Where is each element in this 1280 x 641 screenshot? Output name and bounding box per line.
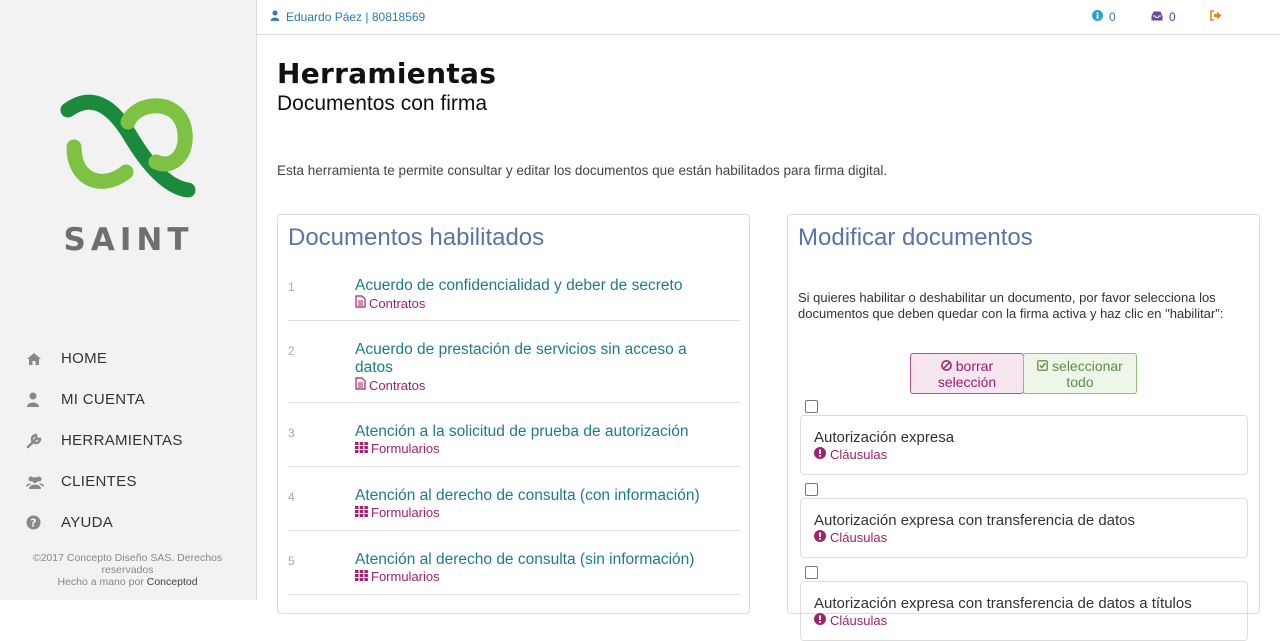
top-bar: Eduardo Páez | 80818569 0 0 xyxy=(257,0,1280,35)
credit-prefix: Hecho a mano por xyxy=(57,576,147,588)
document-title: Autorización expresa con transferencia d… xyxy=(814,512,1136,529)
category-link[interactable]: Contratos xyxy=(355,377,425,393)
ban-icon xyxy=(941,358,952,374)
info-icon xyxy=(1092,10,1103,24)
sidebar-nav: HOME MI CUENTA HERRAMIENTAS CLIENTES ? A… xyxy=(26,338,183,543)
category-label: Cláusulas xyxy=(830,530,888,545)
user-name: Eduardo Páez | 80818569 xyxy=(286,10,426,24)
sidebar-item-mi-cuenta[interactable]: MI CUENTA xyxy=(26,379,183,420)
exclamation-circle-icon xyxy=(814,447,826,462)
category-label: Formularios xyxy=(371,569,440,584)
document-link[interactable]: Atención al derecho de consulta (sin inf… xyxy=(355,551,725,569)
grid-icon xyxy=(355,569,368,584)
document-checkbox[interactable] xyxy=(805,566,818,579)
category-link[interactable]: Formularios xyxy=(355,505,440,520)
page-subtitle: Documentos con firma xyxy=(277,92,488,115)
list-item: 1 Acuerdo de confidencialidad y deber de… xyxy=(288,271,740,321)
user-icon xyxy=(270,10,280,24)
inbox-icon xyxy=(1151,10,1163,24)
selectable-document-card[interactable]: Autorización expresa Cláusulas xyxy=(800,415,1248,475)
document-title: Autorización expresa xyxy=(814,429,955,446)
users-icon xyxy=(26,475,61,489)
wrench-icon xyxy=(26,433,61,449)
category-label: Formularios xyxy=(371,505,440,520)
question-icon: ? xyxy=(26,515,61,530)
document-title: Autorización expresa con transferencia d… xyxy=(814,595,1192,612)
modify-documents-panel: Modificar documentos Si quieres habilita… xyxy=(787,214,1260,641)
item-number: 3 xyxy=(288,426,295,440)
user-icon xyxy=(26,392,61,407)
check-square-icon xyxy=(1037,358,1049,374)
select-all-button[interactable]: seleccionar todo xyxy=(1023,353,1137,394)
credit-line: Hecho a mano por Conceptod xyxy=(20,576,235,588)
document-link[interactable]: Acuerdo de confidencialidad y deber de s… xyxy=(355,277,725,295)
home-icon xyxy=(26,352,61,366)
enabled-documents-panel: Documentos habilitados 1 Acuerdo de conf… xyxy=(277,214,750,614)
page-intro: Esta herramienta te permite consultar y … xyxy=(277,163,888,178)
grid-icon xyxy=(355,505,368,520)
category-link[interactable]: Formularios xyxy=(355,441,440,456)
category-label: Formularios xyxy=(371,441,440,456)
sidebar-item-clientes[interactable]: CLIENTES xyxy=(26,461,183,502)
item-number: 5 xyxy=(288,554,295,568)
logo-mark-icon xyxy=(60,94,196,198)
copyright-text: ©2017 Concepto Diseño SAS. Derechos rese… xyxy=(32,552,223,576)
document-icon xyxy=(355,295,366,311)
list-item: 2 Acuerdo de prestación de servicios sin… xyxy=(288,321,740,403)
logo-text: SAINT xyxy=(63,222,194,258)
sidebar-item-label: CLIENTES xyxy=(61,473,137,490)
sidebar-item-label: HERRAMIENTAS xyxy=(61,432,183,449)
sidebar-item-home[interactable]: HOME xyxy=(26,338,183,379)
exclamation-circle-icon xyxy=(814,613,826,628)
select-all-label: seleccionar todo xyxy=(1052,358,1123,390)
inbox-count: 0 xyxy=(1169,10,1176,24)
document-link[interactable]: Acuerdo de prestación de servicios sin a… xyxy=(355,341,725,377)
instructions-text: Si quieres habilitar o deshabilitar un d… xyxy=(798,290,1224,321)
document-link[interactable]: Atención a la solicitud de prueba de aut… xyxy=(355,423,725,441)
selectable-document-card[interactable]: Autorización expresa con transferencia d… xyxy=(800,498,1248,558)
document-link[interactable]: Atención al derecho de consulta (con inf… xyxy=(355,487,725,505)
category-link[interactable]: Cláusulas xyxy=(814,613,887,628)
info-count: 0 xyxy=(1109,10,1116,24)
category-label: Cláusulas xyxy=(830,613,888,628)
sidebar-item-label: HOME xyxy=(61,350,108,367)
logout-button[interactable] xyxy=(1210,10,1222,24)
list-item: 3 Atención a la solicitud de prueba de a… xyxy=(288,403,740,467)
sidebar-item-label: AYUDA xyxy=(61,514,114,531)
sidebar-item-ayuda[interactable]: ? AYUDA xyxy=(26,502,183,543)
credit-brand-link[interactable]: Conceptod xyxy=(147,576,198,588)
sidebar-item-herramientas[interactable]: HERRAMIENTAS xyxy=(26,420,183,461)
category-label: Contratos xyxy=(369,295,426,311)
clear-selection-button[interactable]: borrar selección xyxy=(910,353,1024,394)
item-number: 4 xyxy=(288,490,295,504)
page-title: Herramientas xyxy=(277,57,497,90)
list-item: 4 Atención al derecho de consulta (con i… xyxy=(288,467,740,531)
user-menu[interactable]: Eduardo Páez | 80818569 xyxy=(270,10,425,24)
panel-title: Modificar documentos xyxy=(798,224,1033,251)
category-link[interactable]: Cláusulas xyxy=(814,447,887,462)
panel-title: Documentos habilitados xyxy=(288,224,545,251)
document-icon xyxy=(355,377,366,393)
selectable-document-card[interactable]: Autorización expresa con transferencia d… xyxy=(800,581,1248,641)
category-link[interactable]: Cláusulas xyxy=(814,530,887,545)
category-label: Contratos xyxy=(369,377,426,393)
sidebar: SAINT HOME MI CUENTA HERRAMIENTAS CLIENT… xyxy=(0,0,257,600)
document-checkbox[interactable] xyxy=(805,483,818,496)
category-label: Cláusulas xyxy=(830,447,888,462)
logout-icon xyxy=(1210,10,1222,24)
list-item: 5 Atención al derecho de consulta (sin i… xyxy=(288,531,740,595)
inbox-notifications[interactable]: 0 xyxy=(1151,10,1176,24)
svg-text:?: ? xyxy=(30,517,36,530)
info-notifications[interactable]: 0 xyxy=(1092,10,1116,24)
saint-logo[interactable]: SAINT xyxy=(56,92,201,262)
exclamation-circle-icon xyxy=(814,530,826,545)
document-checkbox[interactable] xyxy=(805,400,818,413)
category-link[interactable]: Formularios xyxy=(355,569,440,584)
sidebar-item-label: MI CUENTA xyxy=(61,391,146,408)
category-link[interactable]: Contratos xyxy=(355,295,425,311)
grid-icon xyxy=(355,441,368,456)
item-number: 2 xyxy=(288,344,295,358)
item-number: 1 xyxy=(288,280,295,294)
sidebar-footer: ©2017 Concepto Diseño SAS. Derechos rese… xyxy=(20,552,235,588)
